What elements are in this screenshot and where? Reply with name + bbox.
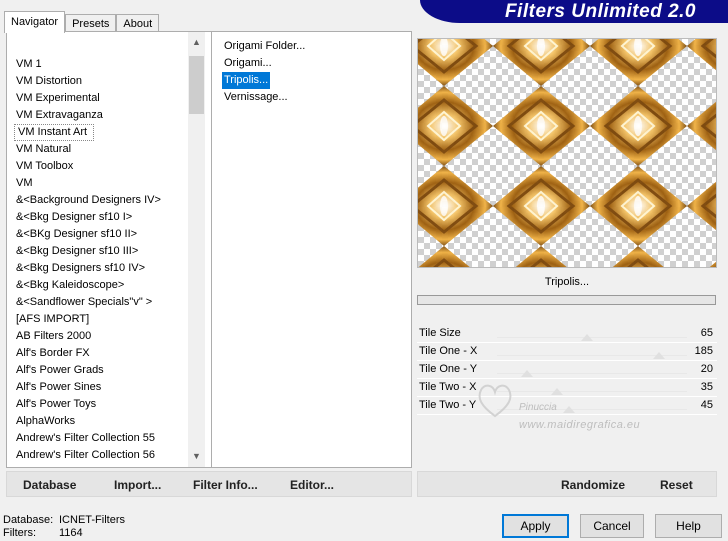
category-item[interactable]: VM Extravaganza — [7, 107, 188, 124]
slider-knob[interactable] — [551, 388, 563, 395]
slider-knob[interactable] — [581, 334, 593, 341]
filter-item-label: Vernissage... — [224, 91, 288, 103]
watermark-url: www.maidiregrafica.eu — [519, 419, 641, 431]
filters-count: 1164 — [59, 527, 83, 539]
slider-label: Tile Size — [419, 327, 461, 339]
parameter-sliders: Tile Size 65 Tile One - X 185 Tile One - Y 20… — [417, 325, 717, 470]
tab-bar: Navigator Presets About — [4, 11, 160, 33]
preview-filter-name: Tripolis... — [544, 276, 590, 288]
category-item[interactable]: &<Bkg Designers sf10 IV> — [7, 260, 188, 277]
scroll-thumb[interactable] — [189, 56, 204, 114]
category-item[interactable]: Alf's Power Sines — [7, 379, 188, 396]
filter-preview — [417, 38, 717, 268]
slider-label: Tile One - Y — [419, 363, 478, 375]
database-value: ICNET-Filters — [59, 514, 125, 526]
database-button[interactable]: Database — [23, 478, 76, 492]
category-item[interactable]: VM — [7, 175, 188, 192]
category-item[interactable]: VM 1 — [7, 56, 188, 73]
slider-knob[interactable] — [521, 370, 533, 377]
filter-item[interactable]: Origami Folder... — [212, 38, 411, 55]
slider-track[interactable] — [497, 391, 687, 392]
progress-bar — [417, 295, 716, 305]
banner-title: Filters Unlimited 2.0 — [504, 1, 696, 22]
category-item[interactable]: Alf's Power Grads — [7, 362, 188, 379]
slider-value: 185 — [694, 345, 713, 357]
database-label: Database: — [3, 514, 54, 526]
filter-item[interactable]: Vernissage... — [212, 89, 411, 106]
tab-navigator[interactable]: Navigator — [4, 11, 66, 33]
filter-panel: Origami Folder... Origami... Tripolis... Ve… — [212, 31, 412, 468]
filter-item-label: Tripolis... — [222, 72, 271, 89]
import-button[interactable]: Import... — [114, 478, 161, 492]
slider-row[interactable]: Tile Two - Y 45 — [417, 397, 717, 415]
watermark-logo-icon — [478, 384, 512, 418]
filter-item-label: Origami... — [224, 57, 272, 69]
slider-row[interactable]: Tile Two - X 35 — [417, 379, 717, 397]
category-item[interactable]: &<BKg Designer sf10 II> — [7, 226, 188, 243]
slider-value: 45 — [700, 399, 713, 411]
category-item[interactable]: &<Background Designers IV> — [7, 192, 188, 209]
category-scrollbar[interactable]: ▲ ▼ — [188, 32, 205, 467]
filter-info-button[interactable]: Filter Info... — [193, 478, 258, 492]
category-item[interactable]: AB Filters 2000 — [7, 328, 188, 345]
left-button-bar: Database Import... Filter Info... Editor… — [6, 471, 412, 497]
category-item[interactable]: Alf's Power Toys — [7, 396, 188, 413]
filter-item[interactable]: Tripolis... — [212, 72, 411, 89]
right-button-bar: Randomize Reset — [417, 471, 717, 497]
slider-label: Tile Two - X — [419, 381, 477, 393]
help-button[interactable]: Help — [655, 514, 722, 538]
title-banner: Filters Unlimited 2.0 — [420, 0, 728, 23]
category-item[interactable]: &<Bkg Kaleidoscope> — [7, 277, 188, 294]
filter-list: Origami Folder... Origami... Tripolis... Ve… — [212, 32, 411, 106]
category-item[interactable]: VM Experimental — [7, 90, 188, 107]
slider-value: 35 — [700, 381, 713, 393]
scroll-up-icon[interactable]: ▲ — [188, 34, 205, 51]
apply-button[interactable]: Apply — [502, 514, 569, 538]
category-item[interactable]: Andrew's Filter Collection 56 — [7, 447, 188, 464]
category-list: VM 1 VM Distortion VM Experimental VM Extra… — [7, 32, 188, 467]
scroll-down-icon[interactable]: ▼ — [188, 448, 205, 465]
category-item[interactable]: [AFS IMPORT] — [7, 311, 188, 328]
category-panel: VM 1 VM Distortion VM Experimental VM Extra… — [6, 31, 212, 468]
category-item[interactable]: Andrew's Filter Collection 55 — [7, 430, 188, 447]
category-item[interactable]: VM Natural — [7, 141, 188, 158]
slider-row[interactable]: Tile Size 65 — [417, 325, 717, 343]
slider-knob[interactable] — [653, 352, 665, 359]
filter-item[interactable]: Origami... — [212, 55, 411, 72]
slider-value: 20 — [700, 363, 713, 375]
category-item[interactable]: AlphaWorks — [7, 413, 188, 430]
cancel-button[interactable]: Cancel — [580, 514, 644, 538]
editor-button[interactable]: Editor... — [290, 478, 334, 492]
filters-label: Filters: — [3, 527, 36, 539]
filter-item-label: Origami Folder... — [224, 40, 306, 52]
slider-row[interactable]: Tile One - Y 20 — [417, 361, 717, 379]
slider-row[interactable]: Tile One - X 185 — [417, 343, 717, 361]
category-item[interactable]: VM Toolbox — [7, 158, 188, 175]
category-item[interactable]: Alf's Border FX — [7, 345, 188, 362]
category-item[interactable]: Andrew's Filter Collection 57 — [7, 464, 188, 467]
randomize-button[interactable]: Randomize — [561, 478, 625, 492]
reset-button[interactable]: Reset — [660, 478, 693, 492]
category-item[interactable]: &<Bkg Designer sf10 III> — [7, 243, 188, 260]
status-info: Database: ICNET-Filters Filters: 1164 — [3, 514, 125, 540]
category-item[interactable]: &<Sandflower Specials"v" > — [7, 294, 188, 311]
category-item[interactable]: VM Instant Art — [14, 124, 94, 141]
slider-knob[interactable] — [563, 406, 575, 413]
category-item[interactable]: VM Distortion — [7, 73, 188, 90]
tripolis-pattern-image — [418, 39, 716, 267]
slider-label: Tile Two - Y — [419, 399, 477, 411]
category-item[interactable]: &<Bkg Designer sf10 I> — [7, 209, 188, 226]
watermark-name: Pinuccia — [519, 402, 557, 413]
slider-label: Tile One - X — [419, 345, 478, 357]
slider-value: 65 — [700, 327, 713, 339]
